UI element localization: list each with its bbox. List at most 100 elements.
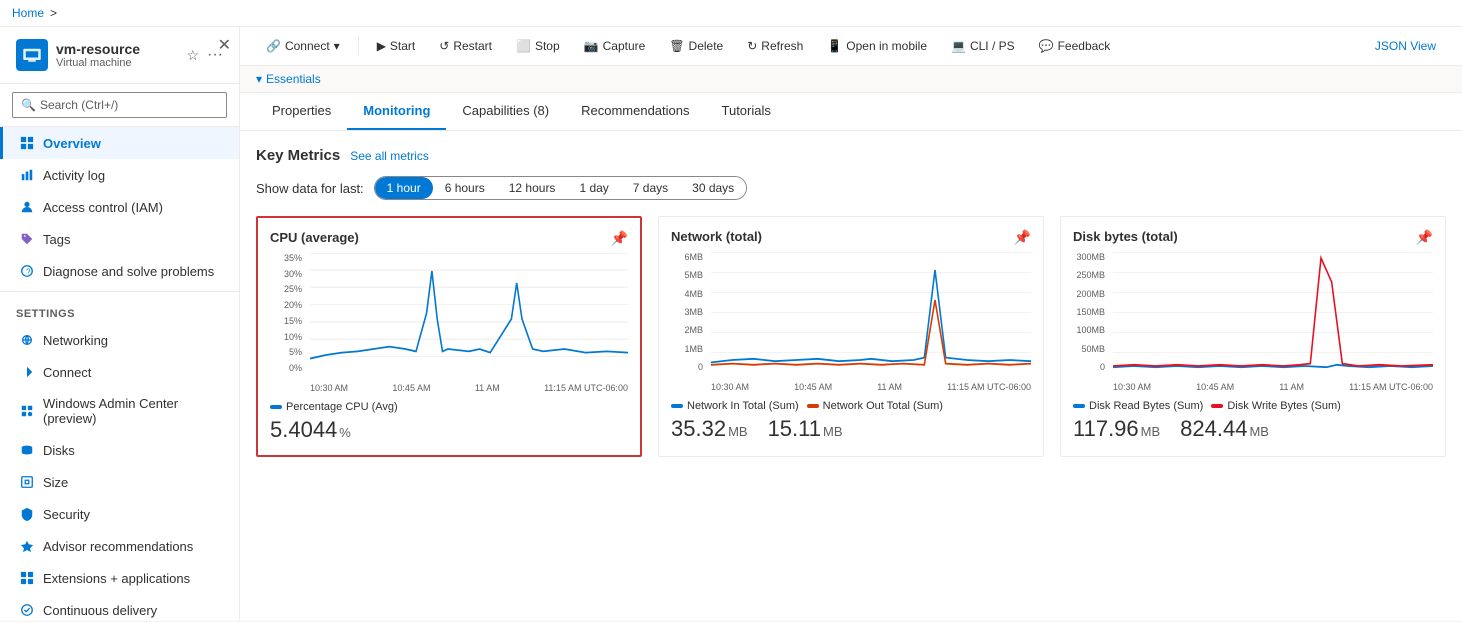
sidebar-nav: Overview Activity log Access control (IA… — [0, 127, 239, 621]
sidebar-item-windows-admin[interactable]: Windows Admin Center (preview) — [0, 388, 239, 434]
network-out-metric: 15.11 MB — [768, 416, 843, 442]
time-pill-30d[interactable]: 30 days — [680, 177, 746, 199]
breadcrumb-separator: > — [50, 6, 57, 20]
refresh-button[interactable]: ↻ Refresh — [737, 35, 813, 57]
cpu-metric-value: 5.4044 % — [270, 417, 351, 443]
home-link[interactable]: Home — [12, 6, 44, 20]
disk-svg — [1113, 252, 1433, 372]
time-pill-7d[interactable]: 7 days — [621, 177, 680, 199]
cpu-pin-icon[interactable]: 📌 — [611, 230, 628, 247]
search-box[interactable]: 🔍 Search (Ctrl+/) — [12, 92, 227, 118]
sidebar-connect-label: Connect — [43, 365, 91, 380]
cpu-chart-title: CPU (average) — [270, 230, 628, 245]
mobile-icon: 📱 — [827, 39, 842, 53]
cli-icon: 💻 — [951, 39, 966, 53]
sidebar-item-overview[interactable]: Overview — [0, 127, 239, 159]
sidebar-item-activity-log[interactable]: Activity log — [0, 159, 239, 191]
restart-icon: ↺ — [439, 39, 449, 53]
sidebar-item-networking[interactable]: Networking — [0, 324, 239, 356]
network-metric-row: 35.32 MB 15.11 MB — [671, 416, 1031, 442]
network-in-dot — [671, 404, 683, 408]
feedback-button[interactable]: 💬 Feedback — [1029, 35, 1121, 57]
disk-chart-plot — [1113, 252, 1433, 372]
iam-icon — [19, 199, 35, 215]
json-view-button[interactable]: JSON View — [1365, 35, 1446, 57]
cpu-chart-area: 35% 30% 25% 20% 15% 10% 5% 0% — [270, 253, 628, 393]
stop-icon: ⬜ — [516, 39, 531, 53]
delete-icon: 🗑 — [669, 39, 684, 53]
extensions-icon — [19, 570, 35, 586]
sidebar-item-advisor[interactable]: Advisor recommendations — [0, 530, 239, 562]
disk-read-dot — [1073, 404, 1085, 408]
close-button[interactable]: ✕ — [218, 35, 231, 55]
sidebar-item-disks[interactable]: Disks — [0, 434, 239, 466]
tab-properties[interactable]: Properties — [256, 93, 347, 130]
sidebar-activity-label: Activity log — [43, 168, 105, 183]
see-all-metrics-link[interactable]: See all metrics — [350, 149, 429, 163]
network-chart-plot — [711, 252, 1031, 372]
tab-tutorials[interactable]: Tutorials — [706, 93, 787, 130]
essentials-toggle[interactable]: ▾ Essentials — [256, 72, 321, 86]
time-pill-6h[interactable]: 6 hours — [433, 177, 497, 199]
sidebar-item-size[interactable]: Size — [0, 466, 239, 498]
sidebar-item-access-control[interactable]: Access control (IAM) — [0, 191, 239, 223]
search-container: 🔍 Search (Ctrl+/) — [0, 84, 239, 127]
tabs-area: Properties Monitoring Capabilities (8) R… — [240, 93, 1462, 131]
connect-icon: 🔗 — [266, 39, 281, 53]
sidebar-item-extensions[interactable]: Extensions + applications — [0, 562, 239, 594]
essentials-bar: ▾ Essentials — [240, 66, 1462, 93]
start-icon: ▶ — [377, 39, 386, 53]
disk-chart-area: 300MB 250MB 200MB 150MB 100MB 50MB 0 — [1073, 252, 1433, 392]
sidebar-item-diagnose[interactable]: ? Diagnose and solve problems — [0, 255, 239, 287]
sidebar-item-tags[interactable]: Tags — [0, 223, 239, 255]
network-svg — [711, 252, 1031, 372]
delete-button[interactable]: 🗑 Delete — [659, 35, 733, 57]
search-placeholder: Search (Ctrl+/) — [40, 98, 118, 112]
capture-button[interactable]: 📷 Capture — [574, 35, 656, 57]
tab-recommendations[interactable]: Recommendations — [565, 93, 705, 130]
sidebar-windows-admin-label: Windows Admin Center (preview) — [43, 396, 223, 426]
vm-subtitle: Virtual machine — [56, 57, 178, 69]
start-button[interactable]: ▶ Start — [367, 35, 426, 57]
stop-button[interactable]: ⬜ Stop — [506, 35, 570, 57]
sidebar-diagnose-label: Diagnose and solve problems — [43, 264, 214, 279]
time-pill-12h[interactable]: 12 hours — [497, 177, 568, 199]
tab-monitoring[interactable]: Monitoring — [347, 93, 446, 130]
security-icon — [19, 506, 35, 522]
sidebar-item-continuous[interactable]: Continuous delivery — [0, 594, 239, 621]
restart-button[interactable]: ↺ Restart — [429, 35, 502, 57]
cpu-svg — [310, 253, 628, 373]
time-pills: 1 hour 6 hours 12 hours 1 day 7 days 30 … — [374, 176, 748, 200]
disk-metric-row: 117.96 MB 824.44 MB — [1073, 416, 1433, 442]
open-mobile-button[interactable]: 📱 Open in mobile — [817, 35, 937, 57]
time-pill-1h[interactable]: 1 hour — [375, 177, 433, 199]
network-pin-icon[interactable]: 📌 — [1014, 229, 1031, 246]
refresh-icon: ↻ — [747, 39, 757, 53]
charts-grid: CPU (average) 📌 35% 30% 25% 20% 15% 10% … — [256, 216, 1446, 457]
network-in-legend: Network In Total (Sum) — [671, 400, 799, 412]
disk-write-metric: 824.44 MB — [1180, 416, 1269, 442]
cli-ps-button[interactable]: 💻 CLI / PS — [941, 35, 1025, 57]
disk-x-axis: 10:30 AM 10:45 AM 11 AM 11:15 AM UTC-06:… — [1113, 382, 1433, 392]
monitoring-panel: Key Metrics See all metrics Show data fo… — [240, 131, 1462, 621]
star-icon[interactable]: ☆ — [186, 47, 199, 64]
tab-capabilities[interactable]: Capabilities (8) — [446, 93, 565, 130]
sidebar-item-connect[interactable]: Connect — [0, 356, 239, 388]
disk-read-metric: 117.96 MB — [1073, 416, 1160, 442]
main-content: 🔗 Connect ▾ ▶ Start ↺ Restart ⬜ Stop 📷 C… — [240, 27, 1462, 621]
cpu-y-axis: 35% 30% 25% 20% 15% 10% 5% 0% — [270, 253, 305, 373]
cpu-x-axis: 10:30 AM 10:45 AM 11 AM 11:15 AM UTC-06:… — [310, 383, 628, 393]
tags-icon — [19, 231, 35, 247]
time-pill-1d[interactable]: 1 day — [567, 177, 620, 199]
disk-pin-icon[interactable]: 📌 — [1416, 229, 1433, 246]
network-legend: Network In Total (Sum) Network Out Total… — [671, 400, 1031, 412]
cpu-legend-dot — [270, 405, 282, 409]
diagnose-icon: ? — [19, 263, 35, 279]
settings-section-header: Settings — [0, 296, 239, 324]
sidebar-item-security[interactable]: Security — [0, 498, 239, 530]
chevron-down-icon: ▾ — [256, 72, 262, 86]
vm-name: vm-resource — [56, 41, 178, 57]
network-x-axis: 10:30 AM 10:45 AM 11 AM 11:15 AM UTC-06:… — [711, 382, 1031, 392]
connect-button[interactable]: 🔗 Connect ▾ — [256, 35, 350, 57]
vm-icon — [16, 39, 48, 71]
